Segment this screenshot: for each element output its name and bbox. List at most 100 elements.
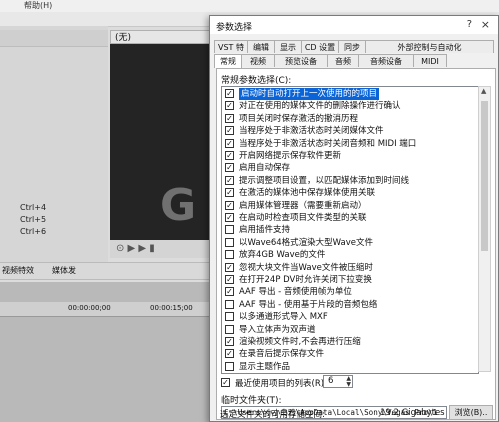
option-checkbox[interactable] [225,237,234,247]
option-row[interactable]: ✓ 提示调整项目设置，以匹配媒体添加到时间线 [223,175,477,187]
option-checkbox[interactable]: ✓ [225,337,234,346]
option-label: 提示调整项目设置，以匹配媒体添加到时间线 [239,175,410,186]
recent-projects-checkbox[interactable]: ✓ [221,378,230,387]
option-label: 导入立体声为双声道 [239,324,316,335]
close-button[interactable]: × [481,18,490,31]
option-checkbox[interactable]: ✓ [225,151,234,160]
bottom-tabs: 视频特效 媒体发 [0,262,210,280]
option-row[interactable]: ✓ 在录音后提示保存文件 [223,348,477,360]
general-panel: 常规参数选择(C): ✓ 启动时自动打开上一次使用的的项目 ✓ 对正在使用的媒体文件的… [216,68,496,420]
timeline-ruler: 00:00:00;00 00:00:15;00 [0,302,210,317]
play-controls-icon[interactable]: ⊙ ▶ ▶ ▮ [116,243,155,254]
tab-video-fx[interactable]: 视频特效 [2,265,34,276]
dialog-titlebar: 参数选择 ? × [210,16,498,34]
option-label: 忽视大块文件当Wave文件被压缩时 [239,262,373,273]
option-label: 启用自动保存 [239,163,291,174]
option-row[interactable]: ✓ 启动时自动打开上一次使用的的项目 [223,88,477,100]
option-row[interactable]: ✓ 当程序处于非激活状态时关闭音频和 MIDI 端口 [223,138,477,150]
option-label: 以多通道形式导入 MXF [239,312,328,323]
tab-sync[interactable]: 同步 [338,40,366,53]
option-row[interactable]: ✓ 在启动时检查项目文件类型的关联 [223,212,477,224]
option-checkbox[interactable]: ✓ [225,200,234,210]
tab-preview-device[interactable]: 预览设备 [274,54,328,67]
option-label: 启用媒体管理器（需要重新启动） [239,200,367,211]
browse-button[interactable]: 浏览(B).. [449,405,493,420]
option-row[interactable]: 启用插件支持 [223,224,477,236]
option-checkbox[interactable] [225,225,234,235]
option-checkbox[interactable]: ✓ [225,188,234,198]
option-row[interactable]: ✓ 启用媒体管理器（需要重新启动） [223,200,477,212]
option-row[interactable]: AAF 导出 - 使用基于片段的音频包络 [223,299,477,311]
option-row[interactable]: 以Wave64格式渲染大型Wave文件 [223,237,477,249]
preview-controls: ⊙ ▶ ▶ ▮ [110,240,216,258]
option-checkbox[interactable]: ✓ [225,113,234,123]
option-row[interactable]: ✓ 项目关闭时保存激活的撤消历程 [223,113,477,125]
option-label: 当程序处于非激活状态时关闭音频和 MIDI 端口 [239,138,417,149]
dialog-title: 参数选择 [216,23,253,33]
option-checkbox[interactable]: ✓ [225,287,234,297]
option-row[interactable]: ✓ 在打开24P DV时允许关闭下拉变换 [223,274,477,286]
option-row[interactable]: ✓ 当程序处于非激活状态时关闭媒体文件 [223,125,477,137]
option-label: 渲染视频文件时,不会再进行压缩 [239,337,361,347]
option-checkbox[interactable]: ✓ [225,262,234,272]
tab-audio[interactable]: 音频 [327,54,359,67]
option-row[interactable]: ✓ 对正在使用的媒体文件的删除操作进行确认 [223,100,477,112]
option-label: 在激活的媒体池中保存媒体使用关联 [239,188,376,199]
option-checkbox[interactable]: ✓ [225,349,234,359]
option-label: 启用插件支持 [239,225,291,236]
option-checkbox[interactable]: ✓ [225,101,234,111]
option-row[interactable]: ✓ 开启网络提示保存软件更新 [223,150,477,162]
scroll-thumb[interactable] [481,101,488,251]
option-label: 放弃4GB Wave的文件 [239,250,326,261]
option-label: 显示主题作品 [239,361,291,372]
option-checkbox[interactable]: ✓ [225,175,234,185]
general-options-label: 常规参数选择(C): [221,76,292,86]
option-label: 对正在使用的媒体文件的删除操作进行确认 [239,101,401,112]
option-row[interactable]: ✓ 忽视大块文件当Wave文件被压缩时 [223,262,477,274]
option-label: 在启动时检查项目文件类型的关联 [239,213,367,223]
tab-cd[interactable]: CD 设置 [301,40,339,53]
help-button[interactable]: ? [467,19,472,30]
option-checkbox[interactable]: ✓ [225,138,234,148]
option-checkbox[interactable]: ✓ [225,126,234,136]
tab-vst[interactable]: VST 特效 [214,40,248,65]
option-label: 在录音后提示保存文件 [239,349,325,360]
scroll-up-icon[interactable]: ▲ [481,87,486,95]
option-checkbox[interactable]: ✓ [225,163,234,173]
options-scrollbar[interactable]: ▲ [478,86,491,372]
option-checkbox[interactable]: ✓ [225,213,234,222]
tab-general[interactable]: 常规 [214,54,242,68]
option-checkbox[interactable]: ✓ [225,89,234,98]
stepper-arrows-icon[interactable]: ▲ ▼ [346,376,351,388]
recent-count-stepper[interactable]: 6 ▲ ▼ [323,375,353,388]
option-row[interactable]: 显示主题作品 [223,361,477,373]
ruler-mark-0: 00:00:00;00 [68,304,111,312]
option-row[interactable]: ✓ 渲染视频文件时,不会再进行压缩 [223,336,477,348]
option-label: 开启网络提示保存软件更新 [239,151,342,161]
option-row[interactable]: 导入立体声为双声道 [223,324,477,336]
menu-help[interactable]: 帮助(H) [24,0,52,11]
tab-midi[interactable]: MIDI [413,54,447,67]
option-row[interactable]: ✓ 启用自动保存 [223,162,477,174]
option-label: 项目关闭时保存激活的撤消历程 [239,113,359,124]
option-checkbox[interactable] [225,299,234,309]
shortcut-2: Ctrl+5 [20,215,47,224]
option-row[interactable]: ✓ AAF 导出 - 音频使用帧为单位 [223,286,477,298]
option-checkbox[interactable] [225,312,234,322]
tab-media[interactable]: 媒体发 [52,265,76,276]
shortcut-1: Ctrl+4 [20,203,47,212]
option-checkbox[interactable] [225,250,234,260]
tab-audio-device[interactable]: 音频设备 [358,54,414,67]
option-checkbox[interactable] [225,324,234,334]
option-checkbox[interactable]: ✓ [225,275,234,284]
option-row[interactable]: 放弃4GB Wave的文件 [223,249,477,261]
tab-display[interactable]: 显示 [274,40,302,53]
option-row[interactable]: ✓ 在激活的媒体池中保存媒体使用关联 [223,187,477,199]
ruler-mark-1: 00:00:15;00 [150,304,193,312]
explorer-header [0,30,108,47]
tab-external-control[interactable]: 外部控制与自动化 [365,40,494,53]
option-row[interactable]: 以多通道形式导入 MXF [223,311,477,323]
tab-video[interactable]: 视频 [241,54,275,67]
option-checkbox[interactable] [225,361,234,371]
tab-edit[interactable]: 编辑 [247,40,275,53]
